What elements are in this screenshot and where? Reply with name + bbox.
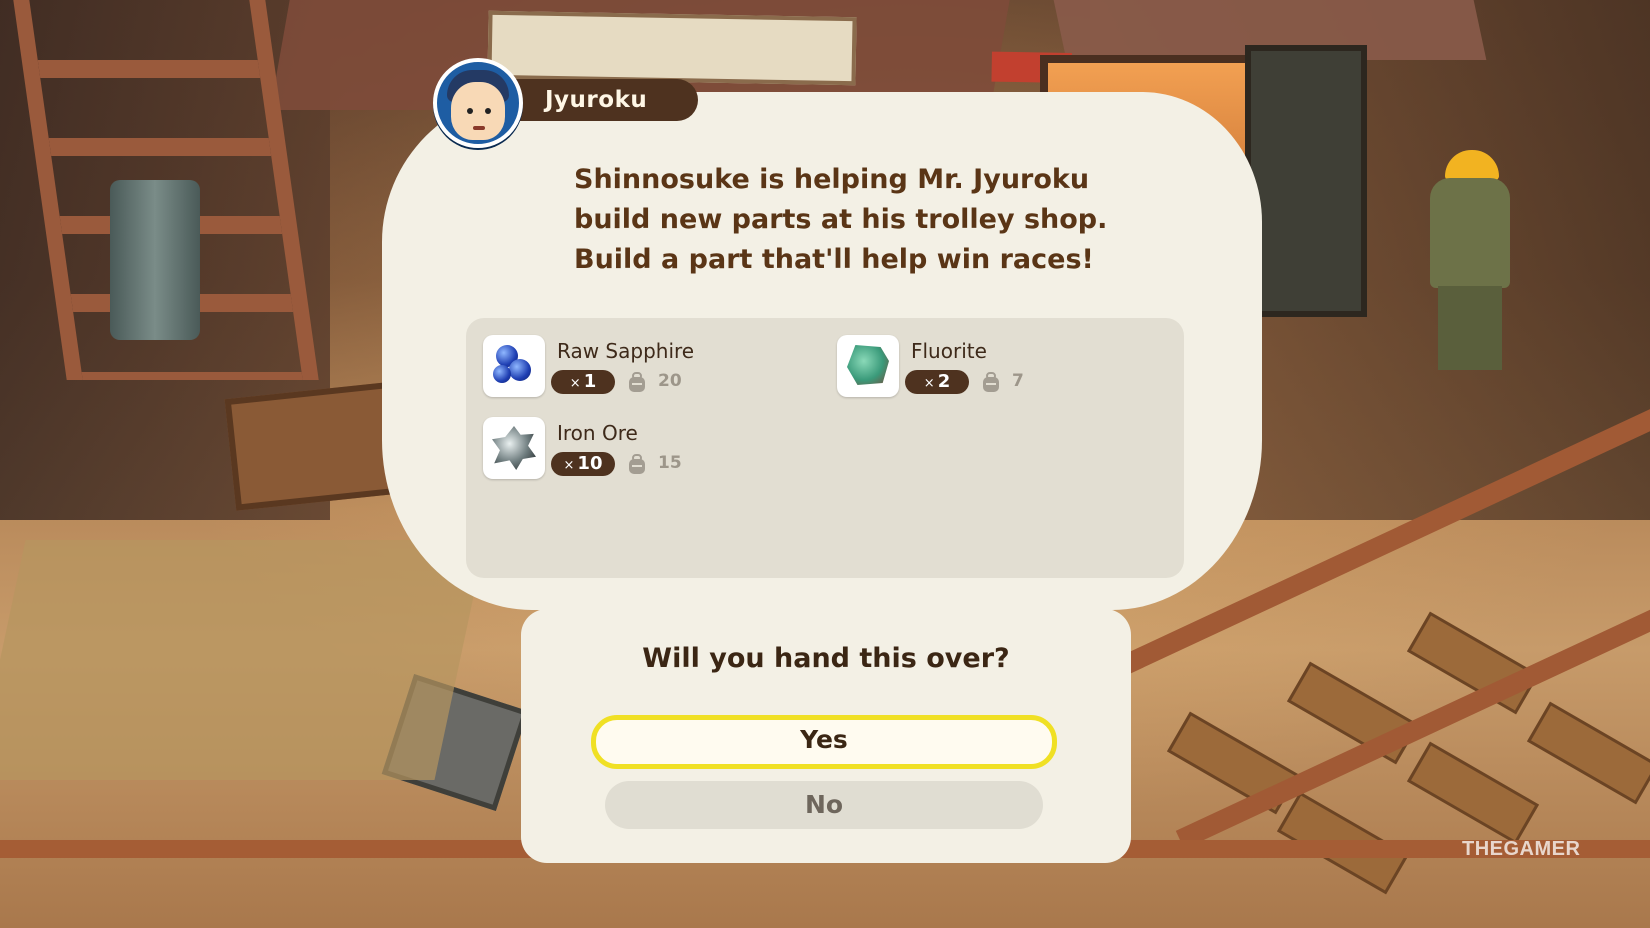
required-quantity: × 2 — [905, 370, 969, 394]
raw-sapphire-icon — [483, 335, 545, 397]
backpack-icon — [983, 372, 999, 392]
yes-button[interactable]: Yes — [591, 715, 1057, 769]
worker-npc — [1410, 150, 1520, 370]
rail-tie — [1526, 701, 1650, 805]
no-button[interactable]: No — [605, 781, 1043, 829]
requirement-item: Fluorite × 2 7 — [837, 335, 1157, 401]
owned-count: 15 — [658, 453, 682, 473]
shop-sign — [487, 10, 1072, 86]
owned-count: 7 — [1012, 371, 1024, 391]
jyuroku-portrait-icon — [433, 58, 523, 148]
watermark-logo: THEGAMER — [1462, 838, 1581, 860]
required-quantity: × 10 — [551, 452, 615, 476]
shop-door — [1245, 45, 1367, 317]
owned-count: 20 — [658, 371, 682, 391]
fluorite-icon — [837, 335, 899, 397]
iron-ore-icon — [483, 417, 545, 479]
item-name: Iron Ore — [557, 421, 638, 445]
dialogue-line: build new parts at his trolley shop. — [574, 204, 1108, 235]
rail-track — [1175, 535, 1650, 850]
requirement-item: Iron Ore × 10 15 — [483, 417, 803, 483]
dialogue-text: Shinnosuke is helping Mr. Jyuroku build … — [574, 160, 1134, 280]
backpack-icon — [629, 372, 645, 392]
backpack-icon — [629, 454, 645, 474]
dialogue-line: Shinnosuke is helping Mr. Jyuroku — [574, 164, 1090, 195]
barrel — [110, 180, 200, 340]
rail-tie — [1406, 741, 1540, 845]
item-name: Fluorite — [911, 339, 987, 363]
confirm-dialog: Will you hand this over? Yes No — [521, 609, 1131, 863]
speaker-nameplate: Jyuroku — [500, 79, 698, 121]
requirement-item: Raw Sapphire × 1 20 — [483, 335, 803, 401]
wooden-crate — [224, 381, 408, 511]
required-quantity: × 1 — [551, 370, 615, 394]
item-name: Raw Sapphire — [557, 339, 695, 363]
floor-boards — [0, 540, 486, 780]
confirm-question: Will you hand this over? — [642, 643, 1010, 674]
dialogue-line: Build a part that'll help win races! — [574, 244, 1094, 275]
